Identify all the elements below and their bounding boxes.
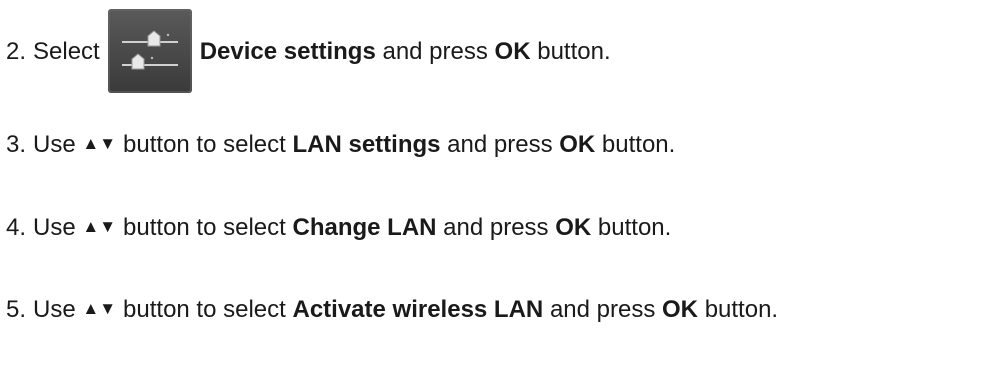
up-down-arrows-icon: ▲▼ xyxy=(82,134,117,153)
step-text: Use xyxy=(33,296,76,323)
up-down-arrows-icon: ▲▼ xyxy=(82,217,117,236)
ok-label: OK xyxy=(662,296,699,323)
ok-label: OK xyxy=(555,214,592,241)
setting-name: Device settings xyxy=(199,38,376,65)
step-text: Use xyxy=(33,131,76,158)
ok-label: OK xyxy=(494,38,531,65)
ok-label: OK xyxy=(559,131,596,158)
step-text: button. xyxy=(704,296,779,323)
step-text: button. xyxy=(537,38,611,65)
step-number: 4. xyxy=(6,214,27,241)
up-down-arrows-icon: ▲▼ xyxy=(82,299,117,318)
step-text: button. xyxy=(597,214,672,241)
step-text: button to select xyxy=(123,131,286,158)
step-text: Use xyxy=(33,214,76,241)
device-settings-sliders-icon xyxy=(107,9,192,93)
step-text: and press xyxy=(447,131,553,158)
setting-name: Activate wireless LAN xyxy=(292,296,544,323)
step-text: and press xyxy=(549,296,656,323)
step-text: button to select xyxy=(123,214,286,241)
step-text: Select xyxy=(33,38,100,65)
setting-name: LAN settings xyxy=(292,131,441,158)
step-3: 3. Use ▲▼ button to select LAN settings … xyxy=(6,131,675,159)
setting-name: Change LAN xyxy=(292,214,437,241)
step-5: 5. Use ▲▼ button to select Activate wire… xyxy=(6,296,778,324)
step-text: and press xyxy=(443,214,549,241)
step-number: 5. xyxy=(6,296,27,323)
step-number: 3. xyxy=(6,131,27,158)
step-text: button to select xyxy=(123,296,286,323)
step-text: and press xyxy=(382,38,488,65)
step-text: button. xyxy=(601,131,676,158)
step-number: 2. xyxy=(6,38,27,65)
step-4: 4. Use ▲▼ button to select Change LAN an… xyxy=(6,214,671,242)
step-2: 2. Select Device settings and press OK b… xyxy=(6,9,611,94)
